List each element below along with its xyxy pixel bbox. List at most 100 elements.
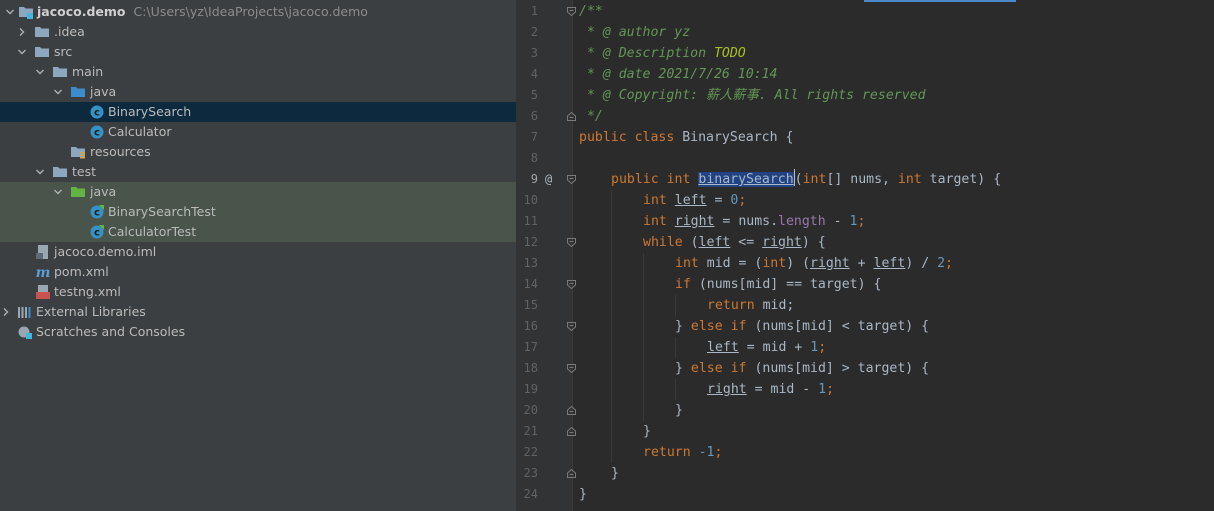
tree-item-label: BinarySearch	[108, 104, 192, 119]
maven-icon: m	[35, 264, 51, 280]
code-line[interactable]: * @ author yz	[579, 22, 690, 43]
fold-close-icon[interactable]	[567, 406, 576, 415]
tree-item-test-java[interactable]: java	[0, 182, 516, 202]
chevron-down-icon[interactable]	[52, 82, 64, 102]
line-number: 12	[523, 235, 538, 249]
code-line[interactable]: * @ date 2021/7/26 10:14	[579, 64, 778, 85]
code-line[interactable]: right = mid - 1;	[707, 379, 834, 400]
code-line[interactable]: public int binarySearch(int[] nums, int …	[611, 169, 1001, 190]
project-tool-window: jacoco.demo C:\Users\yz\IdeaProjects\jaco…	[0, 0, 516, 511]
fold-open-icon[interactable]	[567, 175, 576, 184]
code-editor[interactable]: 1 2 3 4 5 6 7 8 9 10 11 12 13 14 15 16 1…	[516, 0, 1214, 511]
tree-item-jacoco-demo[interactable]: jacoco.demo C:\Users\yz\IdeaProjects\jaco…	[0, 2, 516, 22]
line-number: 22	[523, 445, 538, 459]
tree-item-label: .idea	[54, 24, 85, 39]
line-number: 2	[530, 25, 538, 39]
tree-item-label: src	[54, 44, 73, 59]
code-line[interactable]: if (nums[mid] == target) {	[675, 274, 881, 295]
module-folder-icon	[18, 4, 34, 20]
chevron-down-icon[interactable]	[4, 2, 16, 22]
code-line[interactable]: * @ Copyright: 薪人薪事. All rights reserved	[579, 85, 926, 106]
tree-item-src[interactable]: src	[0, 42, 516, 62]
tree-item-idea[interactable]: .idea	[0, 22, 516, 42]
implements-marker-icon[interactable]: @	[545, 169, 552, 190]
code-line[interactable]: left = mid + 1;	[707, 337, 826, 358]
testng-icon	[35, 284, 51, 300]
line-number: 3	[530, 46, 538, 60]
tree-item-label: Scratches and Consoles	[36, 324, 186, 339]
tree-item-main-java[interactable]: java	[0, 82, 516, 102]
code-line[interactable]: int left = 0;	[643, 190, 746, 211]
chevron-right-icon[interactable]	[0, 302, 12, 322]
line-number: 13	[523, 256, 538, 270]
tree-item-binarysearch[interactable]: c BinarySearch	[0, 102, 516, 122]
tree-item-main[interactable]: main	[0, 62, 516, 82]
tree-item-label: jacoco.demo	[37, 4, 126, 19]
fold-open-icon[interactable]	[567, 7, 576, 16]
svg-text:c: c	[94, 208, 100, 219]
code-line[interactable]: return -1;	[643, 442, 722, 463]
line-number: 9	[530, 172, 538, 186]
tree-item-label: CalculatorTest	[108, 224, 197, 239]
tree-item-scratches[interactable]: Scratches and Consoles	[0, 322, 516, 342]
line-number: 11	[523, 214, 538, 228]
code-line[interactable]: public class BinarySearch {	[579, 127, 793, 148]
test-class-icon: c	[89, 204, 105, 220]
code-line[interactable]: }	[579, 484, 587, 505]
fold-open-icon[interactable]	[567, 364, 576, 373]
fold-close-icon[interactable]	[567, 427, 576, 436]
chevron-right-icon[interactable]	[16, 22, 28, 42]
line-number: 7	[530, 130, 538, 144]
tree-item-calculatortest[interactable]: c CalculatorTest	[0, 222, 516, 242]
chevron-down-icon[interactable]	[34, 162, 46, 182]
source-folder-icon	[70, 84, 86, 100]
project-path: C:\Users\yz\IdeaProjects\jacoco.demo	[133, 4, 368, 19]
fold-close-icon[interactable]	[567, 112, 576, 121]
tree-item-pom[interactable]: m pom.xml	[0, 262, 516, 282]
line-number: 23	[523, 466, 538, 480]
code-line[interactable]: } else if (nums[mid] > target) {	[675, 358, 929, 379]
line-number: 20	[523, 403, 538, 417]
indent-guide	[675, 295, 676, 316]
tree-item-label: jacoco.demo.iml	[54, 244, 157, 259]
resources-folder-icon	[70, 144, 86, 160]
chevron-down-icon[interactable]	[52, 182, 64, 202]
editor-gutter[interactable]: 1 2 3 4 5 6 7 8 9 10 11 12 13 14 15 16 1…	[516, 0, 576, 511]
tree-item-binarysearchtest[interactable]: c BinarySearchTest	[0, 202, 516, 222]
indent-guide	[643, 253, 644, 421]
code-line[interactable]: */	[579, 106, 603, 127]
code-line[interactable]: return mid;	[707, 295, 794, 316]
code-line[interactable]: }	[643, 421, 651, 442]
line-number: 21	[523, 424, 538, 438]
tree-item-test[interactable]: test	[0, 162, 516, 182]
fold-close-icon[interactable]	[567, 469, 576, 478]
tree-item-resources[interactable]: resources	[0, 142, 516, 162]
code-line[interactable]: } else if (nums[mid] < target) {	[675, 316, 929, 337]
fold-open-icon[interactable]	[567, 322, 576, 331]
chevron-down-icon[interactable]	[16, 42, 28, 62]
tree-item-iml[interactable]: jacoco.demo.iml	[0, 242, 516, 262]
svg-text:c: c	[94, 128, 100, 139]
code-line[interactable]: int mid = (int) (right + left) / 2;	[675, 253, 953, 274]
code-line[interactable]: int right = nums.length - 1;	[643, 211, 865, 232]
tree-item-testng[interactable]: testng.xml	[0, 282, 516, 302]
line-number: 4	[530, 67, 538, 81]
code-line[interactable]: }	[675, 400, 683, 421]
tree-item-label: Calculator	[108, 124, 172, 139]
java-class-icon: c	[89, 104, 105, 120]
fold-open-icon[interactable]	[567, 238, 576, 247]
code-line[interactable]: while (left <= right) {	[643, 232, 826, 253]
line-number: 15	[523, 298, 538, 312]
chevron-down-icon[interactable]	[34, 62, 46, 82]
code-line[interactable]: /**	[579, 1, 603, 22]
tree-item-calculator[interactable]: c Calculator	[0, 122, 516, 142]
tree-item-label: java	[90, 84, 117, 99]
iml-file-icon	[35, 244, 51, 260]
line-number: 1	[530, 4, 538, 18]
code-line[interactable]: * @ Description TODO	[579, 43, 746, 64]
method-name-highlight[interactable]: binarySearch	[698, 172, 794, 187]
test-class-icon: c	[89, 224, 105, 240]
fold-open-icon[interactable]	[567, 280, 576, 289]
tree-item-external-libraries[interactable]: External Libraries	[0, 302, 516, 322]
code-line[interactable]: }	[611, 463, 619, 484]
